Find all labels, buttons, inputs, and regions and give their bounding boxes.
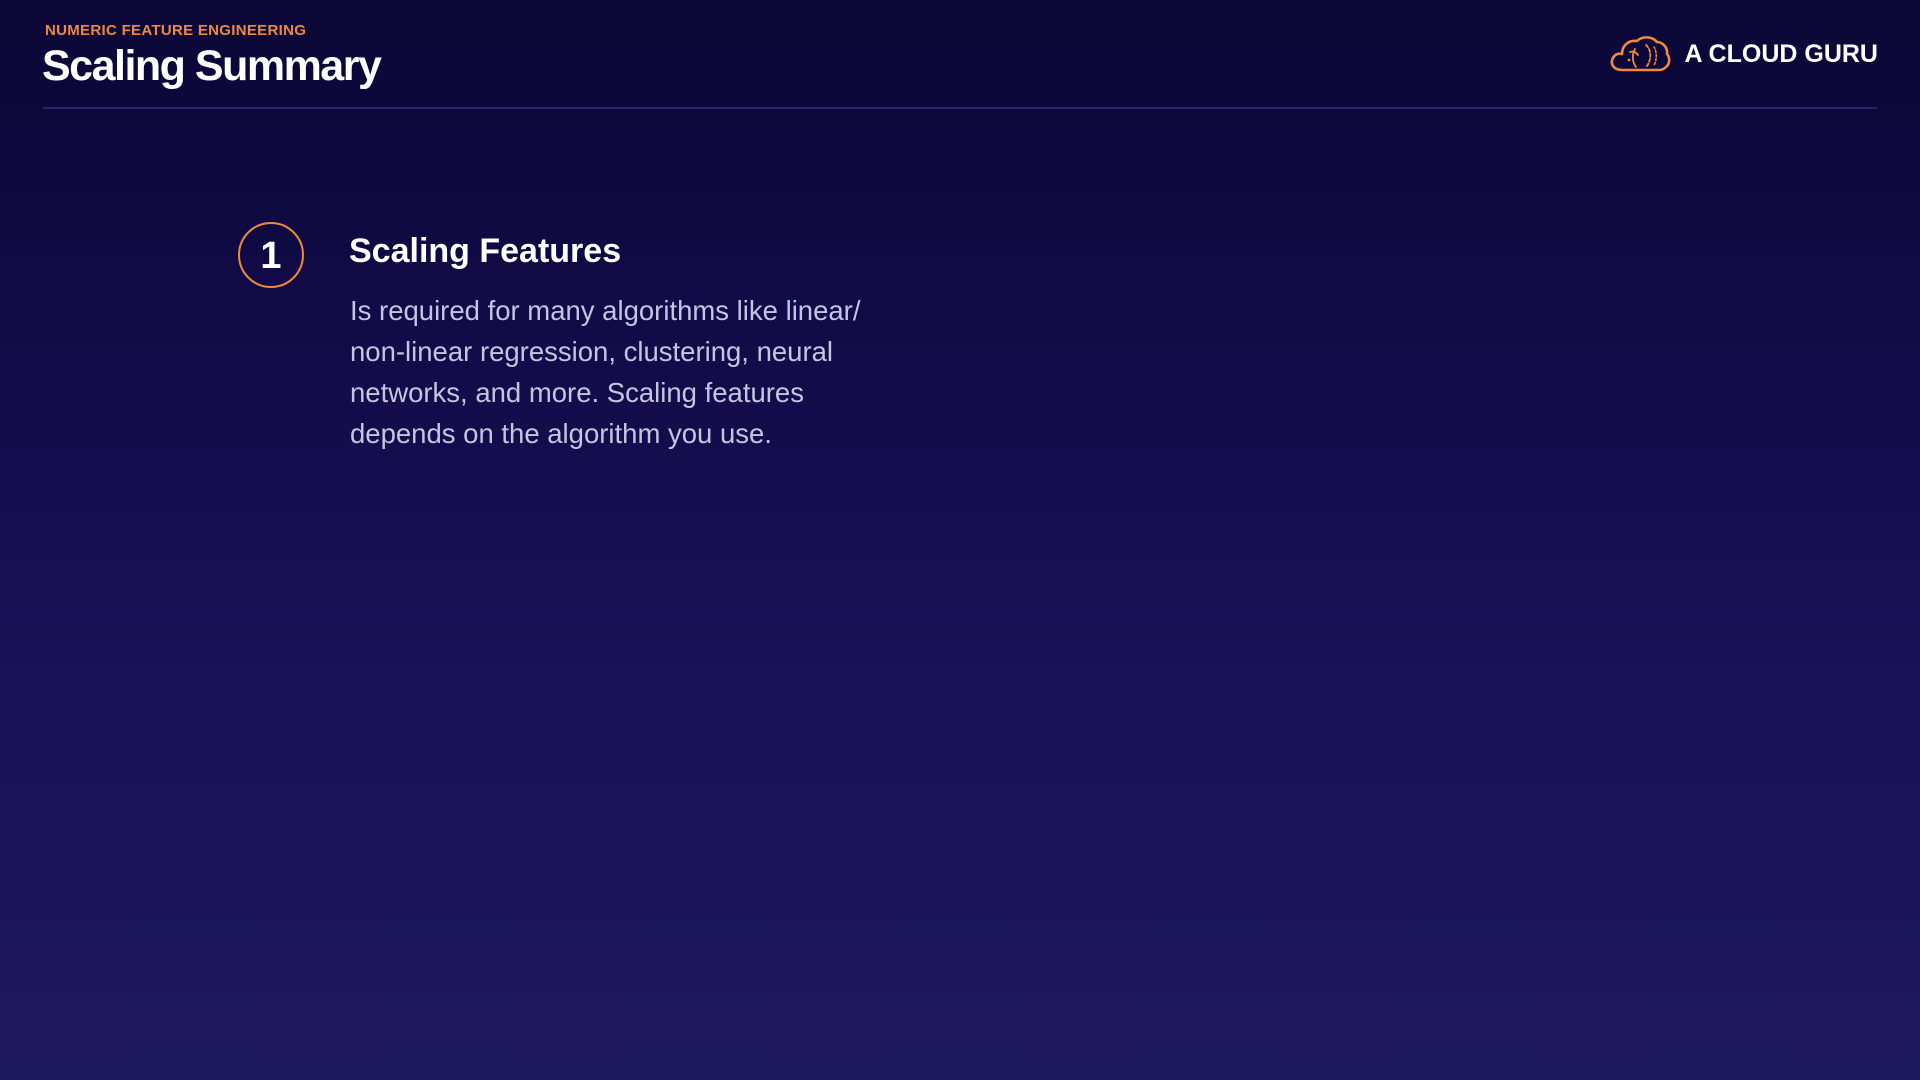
slide-header: NUMERIC FEATURE ENGINEERING Scaling Summ…	[0, 0, 1920, 110]
header-divider	[43, 107, 1877, 109]
step-number: 1	[260, 235, 282, 277]
brand-name: A CLOUD GURU	[1684, 39, 1878, 68]
step-number-badge: 1	[238, 222, 304, 288]
item-description: Is required for many algorithms like lin…	[350, 295, 861, 449]
page-title: Scaling Summary	[42, 42, 382, 90]
item-title: Scaling Features	[349, 232, 622, 270]
brand-logo: A CLOUD GURU	[1608, 32, 1878, 76]
cloud-logo-icon	[1611, 36, 1671, 72]
section-eyebrow: NUMERIC FEATURE ENGINEERING	[45, 22, 307, 39]
